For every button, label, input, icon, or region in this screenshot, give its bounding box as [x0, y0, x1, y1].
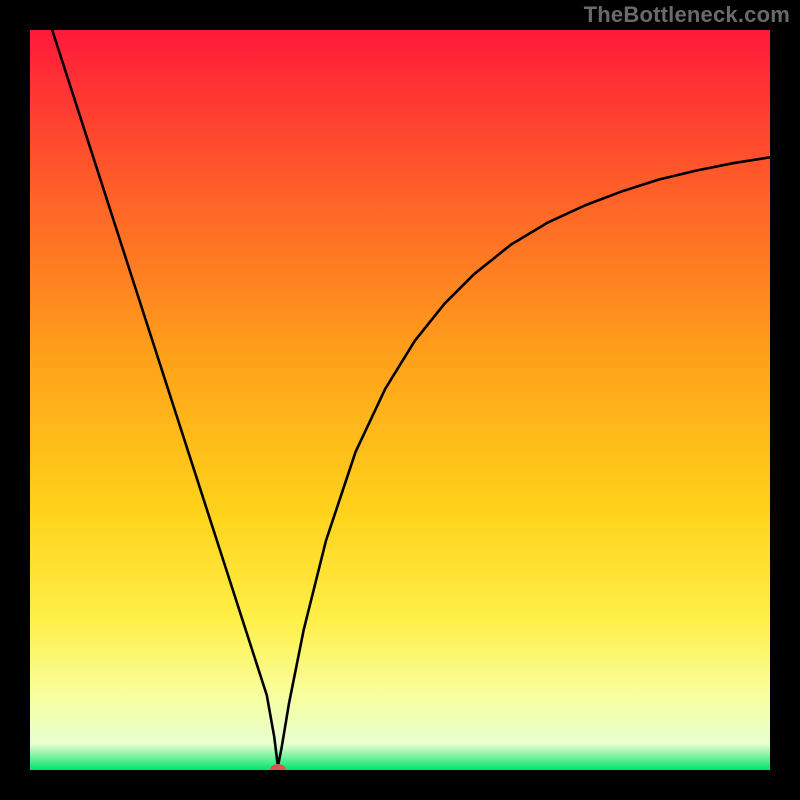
minimum-marker	[270, 764, 286, 776]
watermark-text: TheBottleneck.com	[584, 2, 790, 28]
plot-background	[30, 30, 770, 770]
chart-stage: TheBottleneck.com	[0, 0, 800, 800]
chart-svg	[0, 0, 800, 800]
